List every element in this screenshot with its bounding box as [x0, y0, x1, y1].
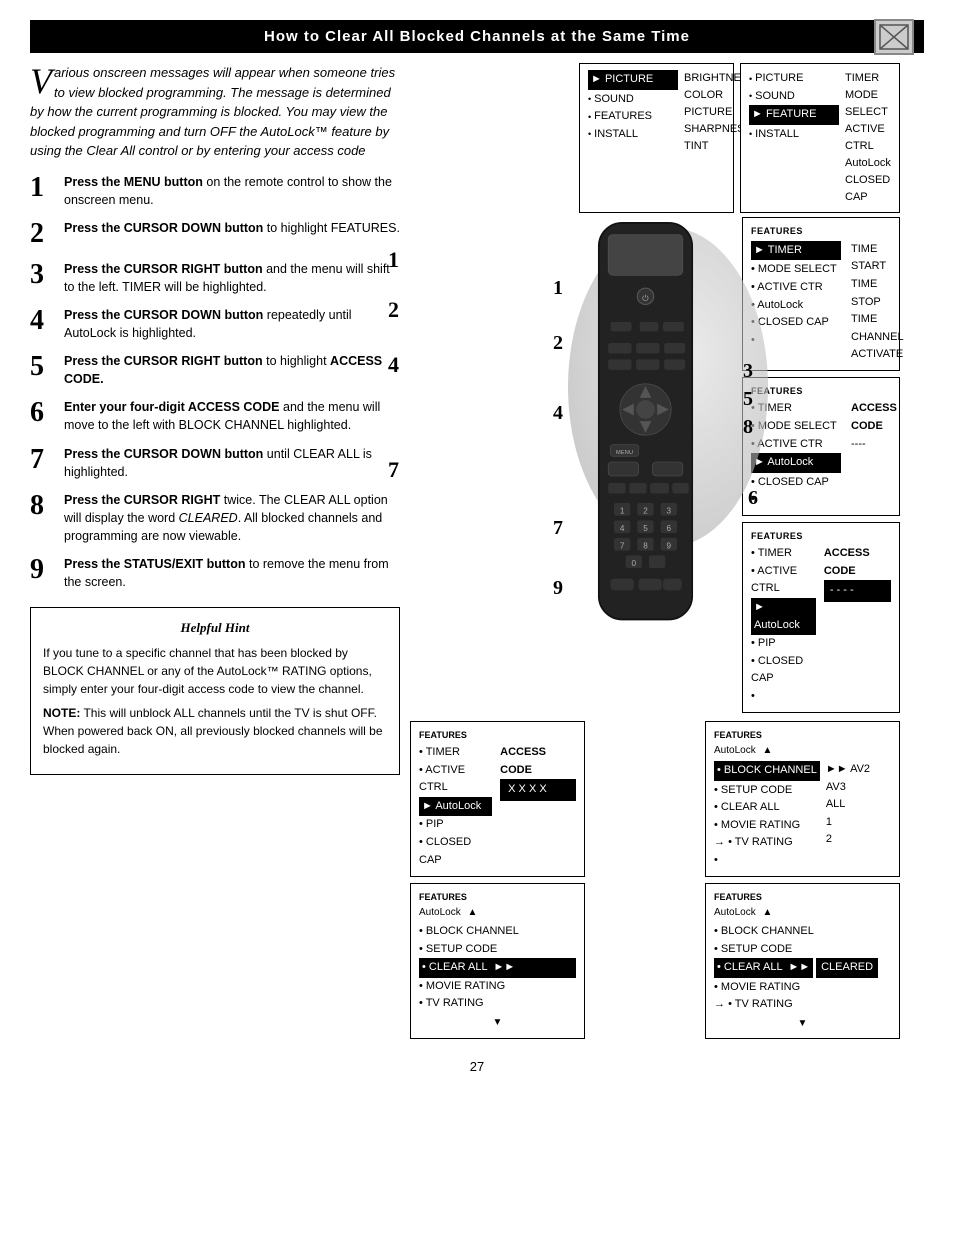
step-2: 2 Press the CURSOR DOWN button to highli… [30, 219, 400, 250]
helpful-hint-box: Helpful Hint If you tune to a specific c… [30, 607, 400, 775]
drop-cap: V [30, 63, 52, 99]
step-1: 1 Press the MENU button on the remote co… [30, 173, 400, 209]
menu-panel-clear-all-right: FEATURES AutoLock ▲ • BLOCK CHANNEL • SE… [705, 883, 900, 1039]
menu-panel-block-channel-code: FEATURES • TIMER • ACTIVE CTRL ► AutoLoc… [410, 721, 585, 877]
svg-text:6: 6 [667, 524, 672, 533]
step-num-4: 4 [388, 352, 399, 378]
step-4: 4 Press the CURSOR DOWN button repeatedl… [30, 306, 400, 342]
svg-text:3: 3 [667, 507, 672, 516]
svg-text:7: 7 [620, 542, 625, 551]
menu-panel-features-main: • PICTURE • SOUND ► FEATURE • INSTALL TI… [740, 63, 900, 213]
svg-text:0: 0 [632, 559, 637, 568]
header-icon [874, 19, 914, 55]
page-wrapper: How to Clear All Blocked Channels at the… [0, 20, 954, 1084]
menu-panel-access-code: FEATURES • TIMER • ACTIVE CTRL ► AutoLoc… [742, 522, 900, 713]
svg-text:8: 8 [643, 542, 648, 551]
step-num-2: 2 [388, 297, 399, 323]
bottom-panels: FEATURES • TIMER • ACTIVE CTRL ► AutoLoc… [410, 721, 900, 877]
menu-panel-picture: ► PICTURE • SOUND • FEATURES • INSTALL B… [579, 63, 734, 213]
page-title: How to Clear All Blocked Channels at the… [30, 20, 924, 53]
svg-text:2: 2 [643, 507, 648, 516]
menu-panel-clear-all-left: FEATURES AutoLock ▲ • BLOCK CHANNEL • SE… [410, 883, 585, 1039]
remote-control: ⏻ MENU [558, 217, 738, 640]
svg-text:4: 4 [620, 524, 625, 533]
step-6: 6 Enter your four-digit ACCESS CODE and … [30, 398, 400, 434]
steps-list: 1 Press the MENU button on the remote co… [30, 173, 400, 592]
svg-text:9: 9 [667, 542, 672, 551]
diagram-area: ► PICTURE • SOUND • FEATURES • INSTALL B… [410, 63, 900, 1039]
remote-svg: ⏻ MENU [558, 217, 733, 637]
page-number: 27 [0, 1059, 954, 1084]
right-side-panels: FEATURES ► TIMER • MODE SELECT • ACTIVE … [742, 217, 900, 712]
step-overlay-6: 6 [748, 487, 758, 510]
helpful-hint-note: NOTE: NOTE: This will unblock ALL channe… [43, 704, 387, 758]
menu-panel-timer: FEATURES ► TIMER • MODE SELECT • ACTIVE … [742, 217, 900, 371]
step-9: 9 Press the STATUS/EXIT button to remove… [30, 555, 400, 591]
right-column: ► PICTURE • SOUND • FEATURES • INSTALL B… [410, 63, 924, 1039]
helpful-hint-title: Helpful Hint [43, 618, 387, 638]
step-overlay-1: 1 [553, 277, 563, 300]
step-3: 3 Press the CURSOR RIGHT button and the … [30, 260, 400, 296]
svg-text:1: 1 [620, 507, 625, 516]
step-overlay-2: 2 [553, 332, 563, 355]
step-overlay-4: 4 [553, 402, 563, 425]
step-num-7: 7 [388, 457, 399, 483]
step-overlay-358: 358 [743, 357, 753, 441]
menu-panel-block-channel-list: FEATURES AutoLock ▲ • BLOCK CHANNEL • SE… [705, 721, 900, 877]
main-content: Various onscreen messages will appear wh… [30, 63, 924, 1039]
step-overlay-7: 7 [553, 517, 563, 540]
step-overlay-9: 9 [553, 577, 563, 600]
svg-text:5: 5 [643, 524, 648, 533]
step-num-1: 1 [388, 247, 399, 273]
step-7: 7 Press the CURSOR DOWN button until CLE… [30, 445, 400, 481]
left-column: Various onscreen messages will appear wh… [30, 63, 400, 1039]
helpful-hint-body: If you tune to a specific channel that h… [43, 644, 387, 698]
intro-text: Various onscreen messages will appear wh… [30, 63, 400, 161]
svg-text:⏻: ⏻ [642, 294, 649, 303]
step-5: 5 Press the CURSOR RIGHT button to highl… [30, 352, 400, 388]
step-8: 8 Press the CURSOR RIGHT twice. The CLEA… [30, 491, 400, 545]
clear-all-panels: FEATURES AutoLock ▲ • BLOCK CHANNEL • SE… [410, 883, 900, 1039]
svg-text:MENU: MENU [616, 450, 633, 456]
